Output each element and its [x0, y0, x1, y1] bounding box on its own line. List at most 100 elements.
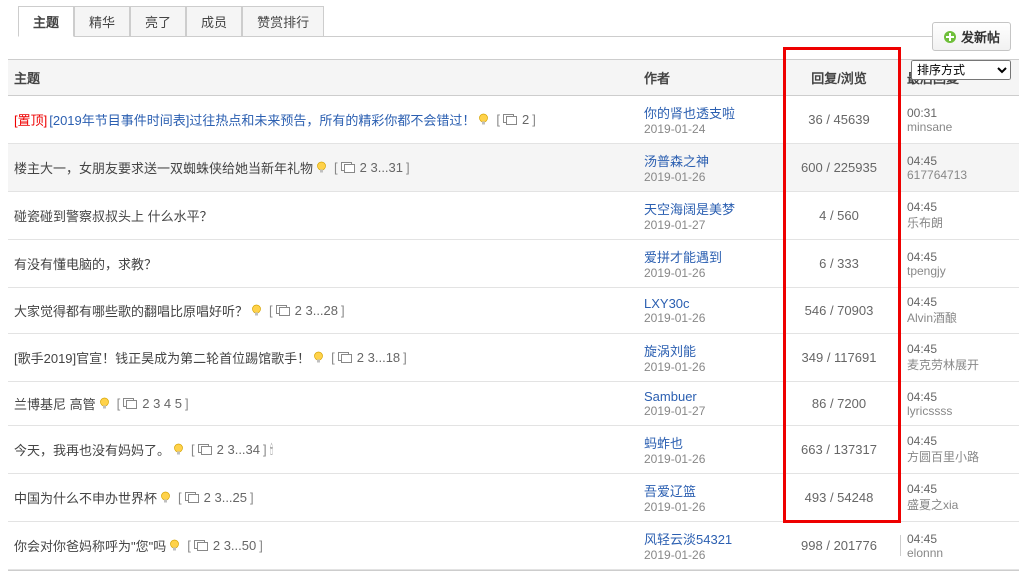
tab-0[interactable]: 主题 — [18, 6, 74, 37]
author-link[interactable]: 天空海阔是美梦 — [644, 199, 772, 218]
post-date: 2019-01-26 — [644, 452, 772, 466]
author-link[interactable]: 吾爱辽篮 — [644, 481, 772, 500]
lightbulb-icon — [98, 397, 111, 410]
last-reply-time: 04:45 — [907, 250, 1013, 264]
last-reply-user[interactable]: 617764713 — [907, 168, 1013, 182]
table-row: 兰博基尼 高管 [ 2 3 4 5 ] Sambuer2019-01-27 86 /… — [8, 382, 1019, 426]
thread-title[interactable]: [歌手2019]官宣！钱正昊成为第二轮首位踢馆歌手！ — [14, 348, 310, 367]
reply-view-count: 493 / 54248 — [805, 490, 874, 505]
page-links[interactable]: [ 2 3...25 ] — [178, 490, 254, 505]
post-date: 2019-01-24 — [644, 122, 772, 136]
lightbulb-icon — [168, 539, 181, 552]
post-date: 2019-01-26 — [644, 548, 772, 562]
tab-1[interactable]: 精华 — [74, 6, 130, 37]
page-links[interactable]: [ 2 3...18 ] — [331, 350, 407, 365]
pages-icon — [503, 113, 519, 126]
header-title: 主题 — [8, 60, 638, 95]
tab-2[interactable]: 亮了 — [130, 6, 186, 37]
list-header: 主题 作者 回复/浏览 最后回复 — [8, 60, 1019, 96]
table-row: [歌手2019]官宣！钱正昊成为第二轮首位踢馆歌手！ [ 2 3...18 ] 旋… — [8, 334, 1019, 382]
lightbulb-icon — [477, 113, 490, 126]
pages-icon — [123, 397, 139, 410]
last-reply-time: 04:45 — [907, 295, 1013, 309]
lightbulb-icon — [159, 491, 172, 504]
post-date: 2019-01-26 — [644, 360, 772, 374]
thread-title[interactable]: [2019年节目事件时间表]过往热点和未来预告，所有的精彩你都不会错过！ — [49, 110, 475, 129]
pages-icon — [276, 304, 292, 317]
lightbulb-icon — [315, 161, 328, 174]
thread-title[interactable]: 你会对你爸妈称呼为"您"吗 — [14, 536, 166, 555]
header-author: 作者 — [638, 60, 778, 95]
last-reply-time: 04:45 — [907, 390, 1013, 404]
reply-view-count: 86 / 7200 — [812, 396, 866, 411]
thread-title[interactable]: 今天，我再也没有妈妈了。 — [14, 440, 170, 459]
post-date: 2019-01-26 — [644, 500, 772, 514]
table-row: 楼主大一，女朋友要求送一双蜘蛛侠给她当新年礼物 [ 2 3...31 ] 汤普森之… — [8, 144, 1019, 192]
last-reply-user[interactable]: Alvin酒酿 — [907, 309, 1013, 326]
last-reply-user[interactable]: elonnn — [907, 546, 1013, 560]
page-links[interactable]: [ 2 3...34 ] 🕯 — [191, 442, 273, 458]
table-row: 大家觉得都有哪些歌的翻唱比原唱好听？ [ 2 3...28 ] LXY30c201… — [8, 288, 1019, 334]
last-reply-user[interactable]: 乐布朗 — [907, 214, 1013, 231]
last-reply-user[interactable]: minsane — [907, 120, 1013, 134]
last-reply-time: 04:45 — [907, 342, 1013, 356]
thread-title[interactable]: 楼主大一，女朋友要求送一双蜘蛛侠给她当新年礼物 — [14, 158, 313, 177]
reply-view-count: 998 / 201776 — [801, 538, 877, 553]
table-row: 有没有懂电脑的，求教？爱拼才能遇到2019-01-266 / 33304:45t… — [8, 240, 1019, 288]
page-links[interactable]: [ 2 3...50 ] — [187, 538, 263, 553]
author-link[interactable]: 汤普森之神 — [644, 151, 772, 170]
table-row: 碰瓷碰到警察叔叔头上 什么水平？天空海阔是美梦2019-01-274 / 560… — [8, 192, 1019, 240]
table-row: [置顶] [2019年节目事件时间表]过往热点和未来预告，所有的精彩你都不会错过… — [8, 96, 1019, 144]
thread-title[interactable]: 中国为什么不申办世界杯 — [14, 488, 157, 507]
thread-list: 主题 作者 回复/浏览 最后回复 [置顶] [2019年节目事件时间表]过往热点… — [8, 59, 1019, 571]
author-link[interactable]: 风轻云淡54321 — [644, 529, 772, 548]
page-links[interactable]: [ 2 3 4 5 ] — [117, 396, 189, 411]
page-links[interactable]: [ 2 ] — [496, 112, 535, 127]
last-reply-user[interactable]: tpengjy — [907, 264, 1013, 278]
author-link[interactable]: 你的肾也透支啦 — [644, 103, 772, 122]
new-post-label: 发新帖 — [961, 27, 1000, 46]
reply-view-count: 349 / 117691 — [802, 350, 877, 365]
last-reply-user[interactable]: lyricssss — [907, 404, 1013, 418]
last-reply-time: 04:45 — [907, 434, 1013, 448]
reply-view-count: 4 / 560 — [819, 208, 859, 223]
thread-title[interactable]: 兰博基尼 高管 — [14, 394, 96, 413]
table-row: 今天，我再也没有妈妈了。 [ 2 3...34 ] 🕯 蚂蚱也2019-01-26… — [8, 426, 1019, 474]
sort-select[interactable]: 排序方式 — [911, 60, 1011, 80]
tab-3[interactable]: 成员 — [186, 6, 242, 37]
last-reply-user[interactable]: 麦克劳林展开 — [907, 356, 1013, 373]
pages-icon — [341, 161, 357, 174]
author-link[interactable]: 爱拼才能遇到 — [644, 247, 772, 266]
thread-title[interactable]: 有没有懂电脑的，求教？ — [14, 254, 157, 273]
last-reply-time: 04:45 — [907, 200, 1013, 214]
sticky-tag: [置顶] — [14, 110, 47, 129]
author-link[interactable]: 蚂蚱也 — [644, 433, 772, 452]
author-link[interactable]: LXY30c — [644, 296, 772, 311]
tab-4[interactable]: 赞赏排行 — [242, 6, 324, 37]
sort-select-wrap: 排序方式 — [911, 60, 1011, 80]
reply-view-count: 36 / 45639 — [808, 112, 869, 127]
page-links[interactable]: [ 2 3...31 ] — [334, 160, 410, 175]
thread-title[interactable]: 碰瓷碰到警察叔叔头上 什么水平？ — [14, 206, 213, 225]
lightbulb-icon — [312, 351, 325, 364]
tab-bar: 主题精华亮了成员赞赏排行 — [18, 6, 1009, 37]
post-date: 2019-01-26 — [644, 311, 772, 325]
author-link[interactable]: Sambuer — [644, 389, 772, 404]
last-reply-time: 04:45 — [907, 154, 1013, 168]
lightbulb-icon — [172, 443, 185, 456]
plus-icon — [943, 30, 957, 44]
thread-title[interactable]: 大家觉得都有哪些歌的翻唱比原唱好听？ — [14, 301, 248, 320]
table-row: 你会对你爸妈称呼为"您"吗 [ 2 3...50 ] 风轻云淡543212019-… — [8, 522, 1019, 570]
new-post-button[interactable]: 发新帖 — [932, 22, 1011, 51]
author-link[interactable]: 旋涡刘能 — [644, 341, 772, 360]
last-reply-user[interactable]: 方圆百里小路 — [907, 448, 1013, 465]
last-reply-time: 00:31 — [907, 106, 1013, 120]
last-reply-time: 04:45 — [907, 532, 1013, 546]
post-date: 2019-01-27 — [644, 404, 772, 418]
pages-icon — [194, 539, 210, 552]
post-date: 2019-01-26 — [644, 266, 772, 280]
last-reply-user[interactable]: 盛夏之xia — [907, 496, 1013, 513]
page-links[interactable]: [ 2 3...28 ] — [269, 303, 345, 318]
reply-view-count: 600 / 225935 — [801, 160, 877, 175]
pages-icon — [198, 443, 214, 456]
